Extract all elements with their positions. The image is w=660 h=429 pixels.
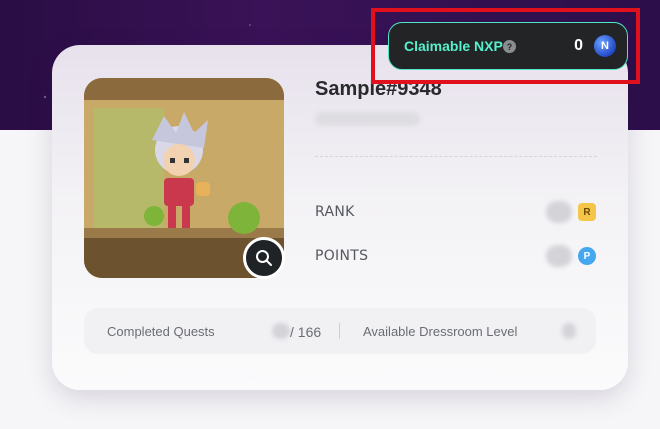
points-label: POINTS (315, 248, 369, 264)
completed-quests-label: Completed Quests (107, 324, 215, 339)
completed-quests-blurred (272, 323, 290, 339)
search-icon (256, 250, 272, 266)
points-value-blurred (546, 245, 572, 267)
highlight-box (371, 8, 640, 84)
dressroom-level-blurred (562, 323, 576, 339)
dressroom-level-label: Available Dressroom Level (363, 324, 518, 339)
quests-total: / 166 (290, 324, 322, 340)
zoom-avatar-button[interactable] (243, 237, 285, 279)
points-badge-icon: P (578, 247, 596, 265)
rank-label: RANK (315, 204, 355, 220)
blurred-subtitle (315, 112, 420, 126)
rank-badge-icon: R (578, 203, 596, 221)
divider (315, 156, 597, 157)
separator (339, 323, 340, 339)
rank-value-blurred (546, 201, 572, 223)
